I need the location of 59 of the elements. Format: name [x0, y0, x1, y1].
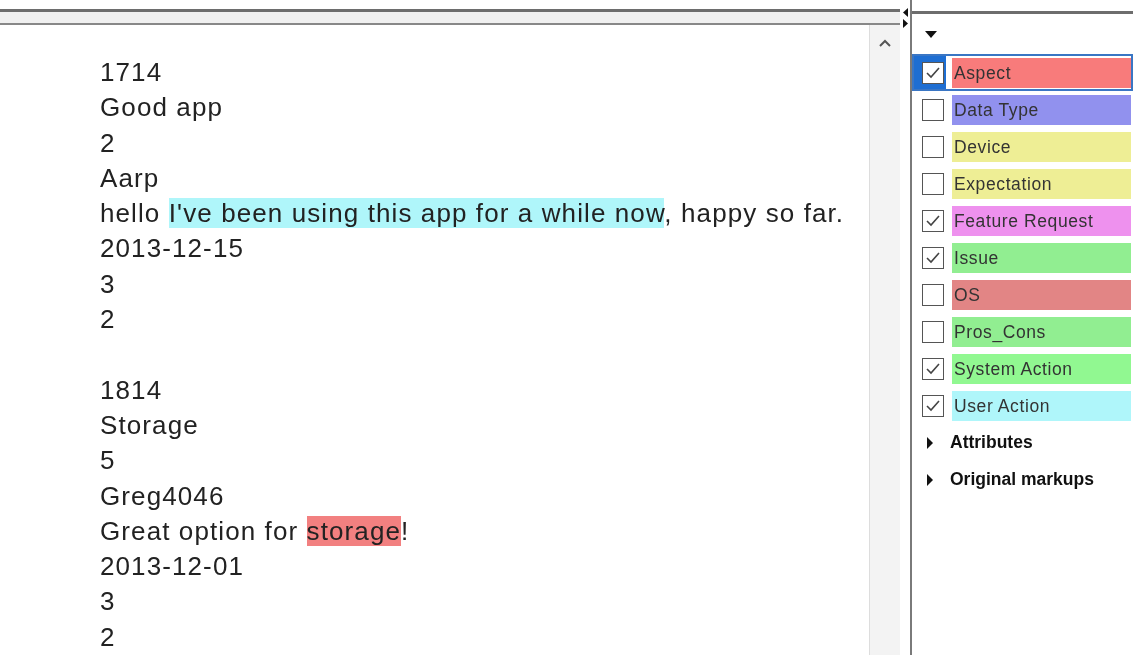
checkmark-icon: [925, 398, 941, 413]
text-line: 5: [100, 444, 117, 478]
category-label: Aspect: [952, 57, 1131, 88]
category-label: Device: [952, 131, 1131, 162]
text-line: Good app: [100, 91, 224, 125]
dropdown-caret-icon[interactable]: [925, 31, 937, 39]
scroll-up-icon[interactable]: [879, 38, 891, 47]
checkbox[interactable]: [922, 172, 944, 195]
expand-icon[interactable]: [926, 436, 934, 449]
text-line: Aarp: [100, 161, 161, 195]
checkbox[interactable]: [922, 283, 944, 306]
category-item[interactable]: Device: [912, 128, 1133, 165]
text-line: 2013-12-15: [100, 232, 245, 266]
checkbox[interactable]: [922, 357, 944, 380]
scrollbar[interactable]: [869, 24, 900, 655]
checkmark-icon: [925, 65, 941, 80]
text-line: 2013-12-01: [100, 550, 245, 584]
checkbox[interactable]: [922, 246, 944, 269]
category-label: OS: [952, 279, 1131, 310]
category-item[interactable]: Feature Request: [912, 202, 1133, 239]
category-label: Issue: [952, 242, 1131, 273]
checkbox[interactable]: [922, 209, 944, 232]
text-line: 1814: [100, 373, 164, 407]
text-line: Storage: [100, 408, 200, 442]
text-line: 2: [100, 126, 117, 160]
expand-right-icon[interactable]: [902, 19, 908, 28]
checkmark-icon: [925, 361, 941, 376]
text-line: 2: [100, 303, 117, 337]
text-line: 1714: [100, 55, 164, 89]
category-item[interactable]: Issue: [912, 239, 1133, 276]
category-label: User Action: [952, 390, 1131, 421]
category-item[interactable]: User Action: [912, 387, 1133, 424]
section-title[interactable]: Attributes: [950, 429, 1033, 456]
checkbox[interactable]: [922, 98, 944, 121]
checkbox[interactable]: [922, 135, 944, 158]
text-line: 3: [100, 267, 117, 301]
category-label: Pros_Cons: [952, 316, 1131, 347]
collapse-left-icon[interactable]: [902, 8, 908, 17]
checkmark-icon: [925, 250, 941, 265]
category-item[interactable]: OS: [912, 276, 1133, 313]
category-item[interactable]: Data Type: [912, 91, 1133, 128]
checkbox[interactable]: [922, 394, 944, 417]
category-label: Expectation: [952, 168, 1131, 199]
text-line: 3: [100, 585, 117, 619]
category-label: Feature Request: [952, 205, 1131, 236]
checkbox[interactable]: [922, 61, 944, 84]
text-line: 2: [100, 620, 117, 654]
category-item[interactable]: System Action: [912, 350, 1133, 387]
text-line: Greg4046: [100, 479, 226, 513]
text-line: Great option for storage!: [100, 514, 411, 548]
category-label: Data Type: [952, 94, 1131, 125]
category-label: System Action: [952, 353, 1131, 384]
category-item[interactable]: Expectation: [912, 165, 1133, 202]
section-title[interactable]: Original markups: [950, 466, 1094, 493]
expand-icon[interactable]: [926, 473, 934, 486]
checkbox[interactable]: [922, 320, 944, 343]
category-item[interactable]: Aspect: [912, 54, 1133, 91]
category-item[interactable]: Pros_Cons: [912, 313, 1133, 350]
checkmark-icon: [925, 213, 941, 228]
